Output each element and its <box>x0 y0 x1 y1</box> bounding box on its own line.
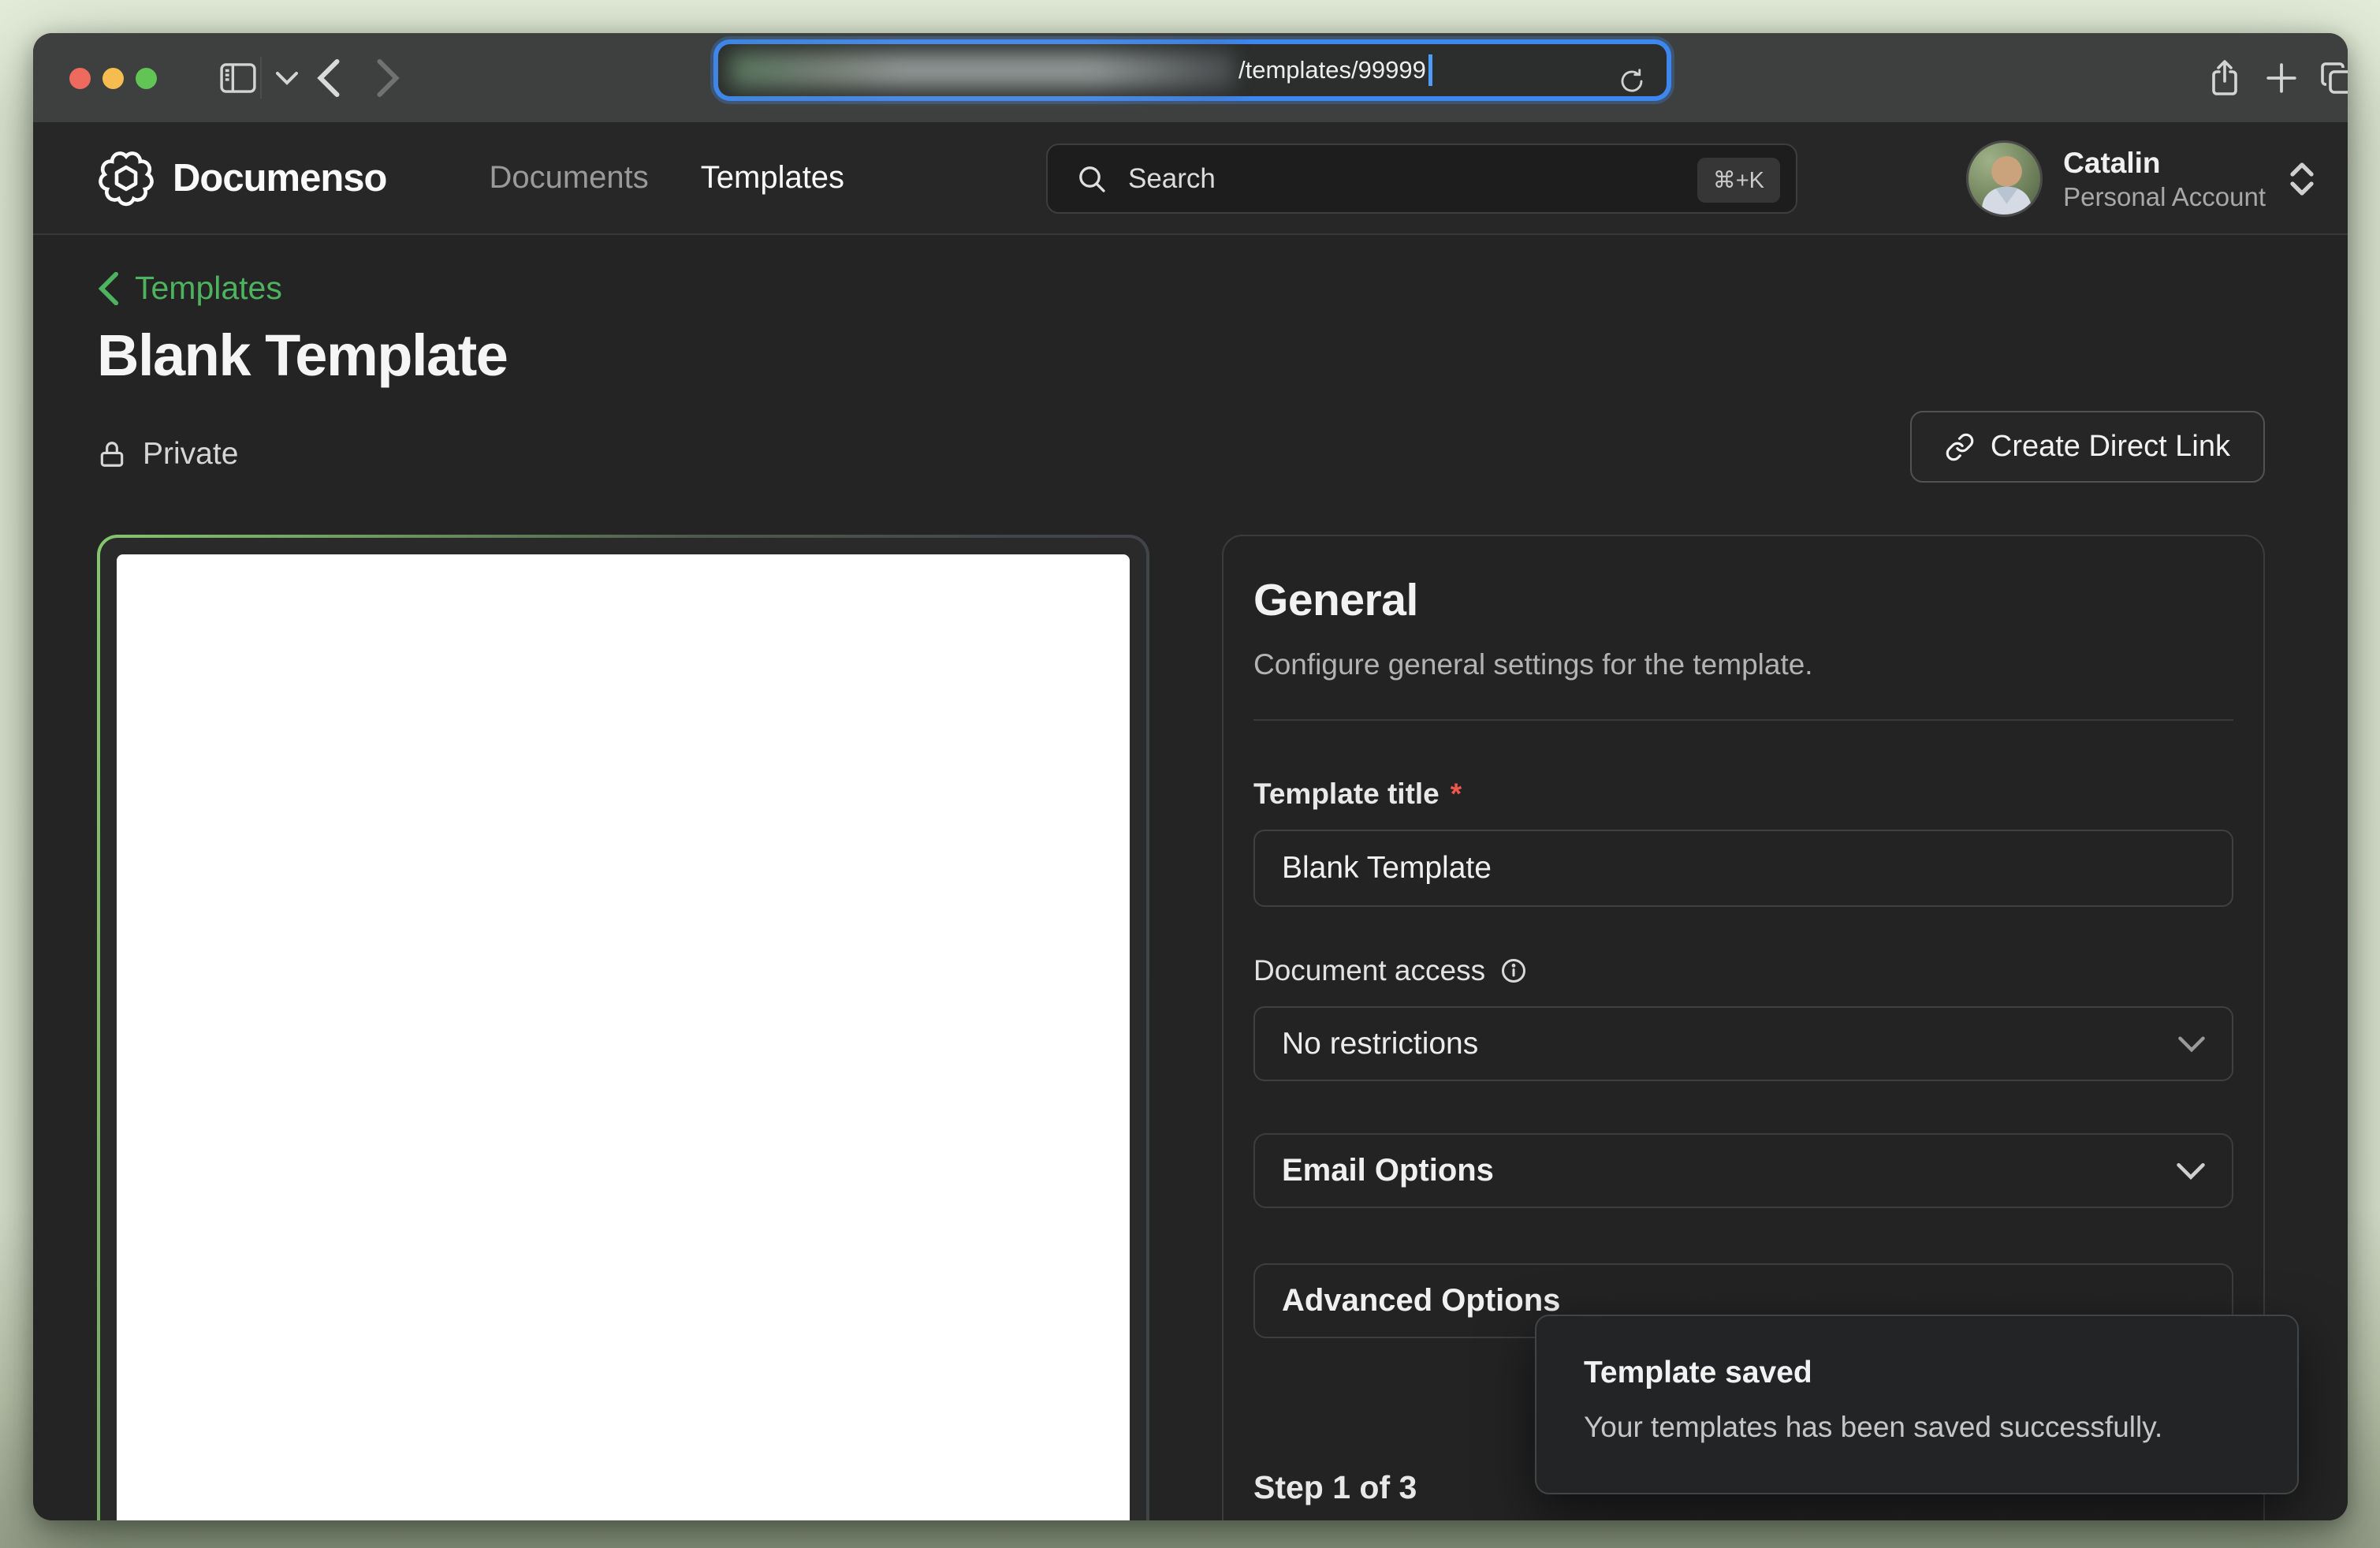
toolbar-divider <box>260 57 262 99</box>
browser-window: /templates/99999 <box>33 33 2348 1520</box>
create-direct-link-button[interactable]: Create Direct Link <box>1910 411 2265 483</box>
template-title-label: Template title * <box>1253 778 2233 811</box>
chevron-down-icon[interactable] <box>266 33 307 122</box>
address-bar[interactable]: /templates/99999 <box>718 44 1667 96</box>
search-icon <box>1076 163 1108 195</box>
reload-icon[interactable] <box>1615 55 1649 107</box>
brand-name: Documenso <box>173 156 386 200</box>
required-asterisk: * <box>1451 778 1462 811</box>
documenso-logo-icon <box>97 149 155 207</box>
chevrons-up-down-icon <box>2286 160 2318 198</box>
back-to-templates-link[interactable]: Templates <box>97 270 282 307</box>
toast-title: Template saved <box>1584 1356 2250 1390</box>
visibility-status: Private <box>97 437 238 472</box>
advanced-options-label: Advanced Options <box>1282 1283 1560 1319</box>
info-icon[interactable] <box>1499 957 1528 985</box>
tab-overview-icon[interactable] <box>2311 33 2348 122</box>
settings-subheading: Configure general settings for the templ… <box>1253 648 2233 681</box>
document-access-label: Document access <box>1253 954 1485 987</box>
search-shortcut-badge: ⌘+K <box>1697 158 1780 203</box>
email-options-label: Email Options <box>1282 1153 1494 1188</box>
share-icon[interactable] <box>2199 33 2250 122</box>
forward-icon[interactable] <box>364 33 412 122</box>
lock-icon <box>97 438 127 471</box>
link-icon <box>1945 432 1975 462</box>
nav-link-documents[interactable]: Documents <box>489 160 648 196</box>
template-title-input[interactable] <box>1253 830 2233 907</box>
back-link-label: Templates <box>135 270 282 307</box>
visibility-label: Private <box>143 437 238 472</box>
chevron-down-icon <box>2178 1031 2205 1057</box>
chevron-down-icon <box>2177 1157 2205 1185</box>
minimize-window-button[interactable] <box>102 68 124 89</box>
search-input[interactable]: Search ⌘+K <box>1046 144 1797 214</box>
document-access-select[interactable]: No restrictions <box>1253 1006 2233 1081</box>
toast-notification[interactable]: Template saved Your templates has been s… <box>1535 1315 2299 1494</box>
account-menu[interactable]: Catalin Personal Account <box>1966 140 2318 217</box>
app-navbar: Documenso Documents Templates Search ⌘+K <box>33 122 2348 235</box>
brand[interactable]: Documenso <box>97 149 386 207</box>
email-options-toggle[interactable]: Email Options <box>1253 1133 2233 1208</box>
sidebar-toggle-icon[interactable] <box>213 33 263 122</box>
create-direct-link-label: Create Direct Link <box>1991 430 2230 464</box>
blurred-url-host <box>729 52 1234 88</box>
new-tab-icon[interactable] <box>2256 33 2307 122</box>
text-caret <box>1428 54 1432 86</box>
close-window-button[interactable] <box>69 68 91 89</box>
avatar <box>1966 140 2043 217</box>
document-access-value: No restrictions <box>1282 1027 1478 1061</box>
url-path: /templates/99999 <box>1238 56 1426 84</box>
zoom-window-button[interactable] <box>136 68 157 89</box>
settings-divider <box>1253 719 2233 721</box>
chevron-left-icon <box>97 272 121 305</box>
toast-message: Your templates has been saved successful… <box>1584 1411 2250 1444</box>
user-name: Catalin <box>2063 145 2266 181</box>
back-icon[interactable] <box>305 33 352 122</box>
page-title: Blank Template <box>97 322 507 389</box>
user-account-type: Personal Account <box>2063 182 2266 212</box>
search-placeholder: Search <box>1128 163 1216 195</box>
settings-heading: General <box>1253 574 2233 626</box>
document-preview-frame <box>97 535 1149 1520</box>
document-page[interactable] <box>117 554 1130 1520</box>
nav-link-templates[interactable]: Templates <box>701 160 844 196</box>
browser-toolbar: /templates/99999 <box>33 33 2348 122</box>
